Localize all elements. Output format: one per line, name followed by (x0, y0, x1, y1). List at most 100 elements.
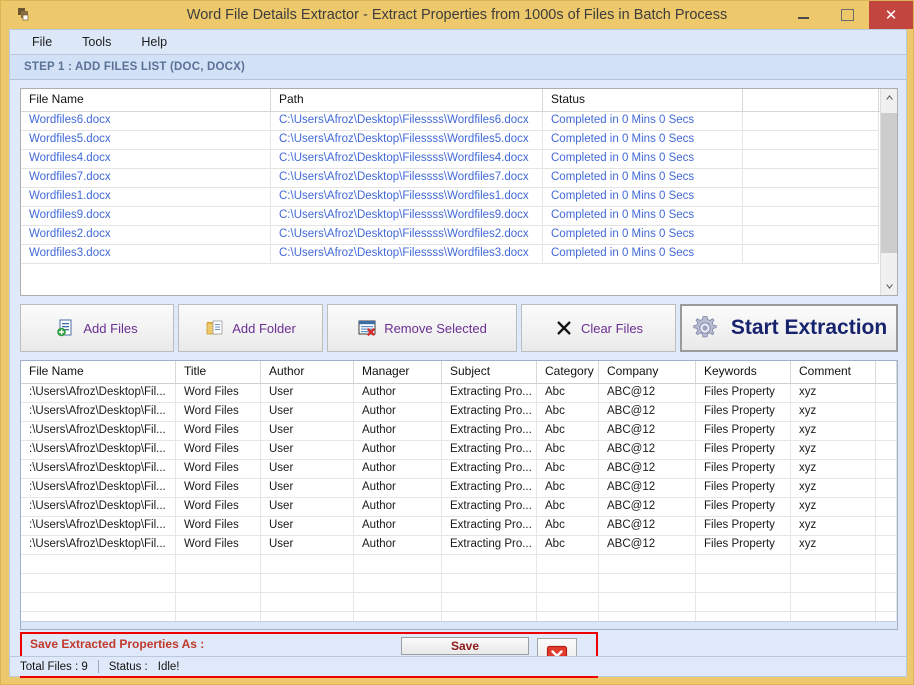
property-grid-empty-cell (791, 555, 876, 574)
file-list-cell-name: Wordfiles5.docx (21, 131, 271, 150)
property-grid-row[interactable]: :\Users\Afroz\Desktop\Fil... Word Files Us… (21, 498, 897, 517)
property-grid-cell: User (261, 460, 354, 479)
file-list-cell-name: Wordfiles6.docx (21, 112, 271, 131)
file-list-cell-name: Wordfiles9.docx (21, 207, 271, 226)
file-list-cell-path: C:\Users\Afroz\Desktop\Filessss\Wordfile… (271, 245, 543, 264)
property-grid-col-file-name[interactable]: File Name (21, 361, 176, 383)
file-list-cell-extra (743, 150, 879, 169)
file-list-cell-extra (743, 131, 879, 150)
file-list-scrollbar[interactable] (880, 89, 897, 295)
property-grid-col-extra[interactable] (876, 361, 897, 383)
property-grid-empty-row[interactable] (21, 593, 897, 612)
file-list-cell-path: C:\Users\Afroz\Desktop\Filessss\Wordfile… (271, 226, 543, 245)
property-grid-cell: User (261, 441, 354, 460)
property-grid-body: :\Users\Afroz\Desktop\Fil... Word Files Us… (21, 384, 897, 629)
property-grid-cell: Abc (537, 441, 599, 460)
property-grid-cell: Files Property (696, 384, 791, 403)
property-grid-cell: Word Files (176, 422, 261, 441)
file-list-row[interactable]: Wordfiles2.docx C:\Users\Afroz\Desktop\Fi… (21, 226, 897, 245)
file-list-col-path[interactable]: Path (271, 89, 543, 112)
file-list-cell-status: Completed in 0 Mins 0 Secs (543, 207, 743, 226)
property-grid-cell: Abc (537, 460, 599, 479)
remove-selected-label: Remove Selected (384, 320, 487, 336)
file-list-row[interactable]: Wordfiles1.docx C:\Users\Afroz\Desktop\Fi… (21, 188, 897, 207)
property-grid-col-company[interactable]: Company (599, 361, 696, 383)
property-grid-cell (876, 422, 897, 441)
property-grid-row[interactable]: :\Users\Afroz\Desktop\Fil... Word Files Us… (21, 384, 897, 403)
property-grid-cell: xyz (791, 403, 876, 422)
property-grid-row[interactable]: :\Users\Afroz\Desktop\Fil... Word Files Us… (21, 422, 897, 441)
file-list-row[interactable]: Wordfiles7.docx C:\Users\Afroz\Desktop\Fi… (21, 169, 897, 188)
property-grid-cell: Abc (537, 384, 599, 403)
property-grid-col-category[interactable]: Category (537, 361, 599, 383)
property-grid-col-comment[interactable]: Comment (791, 361, 876, 383)
property-grid-cell: ABC@12 (599, 403, 696, 422)
file-list-cell-name: Wordfiles2.docx (21, 226, 271, 245)
menu-item-tools[interactable]: Tools (78, 33, 115, 51)
menu-item-help[interactable]: Help (137, 33, 171, 51)
add-files-button[interactable]: Add Files (20, 304, 174, 352)
file-list-cell-extra (743, 226, 879, 245)
property-grid-col-manager[interactable]: Manager (354, 361, 442, 383)
save-button[interactable]: Save (401, 637, 529, 655)
property-grid-col-subject[interactable]: Subject (442, 361, 537, 383)
property-grid-empty-row[interactable] (21, 574, 897, 593)
file-list-row[interactable]: Wordfiles9.docx C:\Users\Afroz\Desktop\Fi… (21, 207, 897, 226)
start-extraction-button[interactable]: Start Extraction (680, 304, 898, 352)
minimize-button[interactable] (781, 1, 825, 29)
file-list-cell-path: C:\Users\Afroz\Desktop\Filessss\Wordfile… (271, 169, 543, 188)
property-grid-empty-cell (354, 593, 442, 612)
file-list-row[interactable]: Wordfiles4.docx C:\Users\Afroz\Desktop\Fi… (21, 150, 897, 169)
property-grid-empty-cell (176, 593, 261, 612)
property-grid-cell: User (261, 517, 354, 536)
remove-selected-button[interactable]: Remove Selected (327, 304, 517, 352)
property-grid-col-author[interactable]: Author (261, 361, 354, 383)
scroll-up-icon[interactable] (881, 89, 897, 106)
add-folder-label: Add Folder (232, 320, 296, 336)
property-grid-header: File Name Title Author Manager Subject Catego… (21, 361, 897, 384)
file-list-col-status[interactable]: Status (543, 89, 743, 112)
file-list-row[interactable]: Wordfiles3.docx C:\Users\Afroz\Desktop\Fi… (21, 245, 897, 264)
close-button[interactable]: ✕ (869, 1, 913, 29)
property-grid-cell: Extracting Pro... (442, 384, 537, 403)
file-list-cell-path: C:\Users\Afroz\Desktop\Filessss\Wordfile… (271, 207, 543, 226)
file-list-cell-name: Wordfiles4.docx (21, 150, 271, 169)
property-grid-empty-cell (176, 574, 261, 593)
file-list-cell-status: Completed in 0 Mins 0 Secs (543, 150, 743, 169)
maximize-button[interactable] (825, 1, 869, 29)
property-grid-row[interactable]: :\Users\Afroz\Desktop\Fil... Word Files Us… (21, 536, 897, 555)
property-grid-cell: Extracting Pro... (442, 422, 537, 441)
property-grid-cell (876, 517, 897, 536)
property-grid-row[interactable]: :\Users\Afroz\Desktop\Fil... Word Files Us… (21, 441, 897, 460)
property-grid-cell: Author (354, 536, 442, 555)
property-grid-row[interactable]: :\Users\Afroz\Desktop\Fil... Word Files Us… (21, 517, 897, 536)
property-grid-empty-row[interactable] (21, 555, 897, 574)
file-list-row[interactable]: Wordfiles6.docx C:\Users\Afroz\Desktop\Fi… (21, 112, 897, 131)
property-grid-row[interactable]: :\Users\Afroz\Desktop\Fil... Word Files Us… (21, 403, 897, 422)
window-title: Word File Details Extractor - Extract Pr… (186, 7, 728, 23)
menu-item-file[interactable]: File (28, 33, 56, 51)
property-grid-cell: Word Files (176, 460, 261, 479)
property-grid-col-title[interactable]: Title (176, 361, 261, 383)
property-grid-cell: Author (354, 422, 442, 441)
property-grid-empty-cell (537, 555, 599, 574)
scroll-down-icon[interactable] (881, 278, 897, 295)
file-list-col-filename[interactable]: File Name (21, 89, 271, 112)
property-grid-col-keywords[interactable]: Keywords (696, 361, 791, 383)
property-grid-cell: Author (354, 384, 442, 403)
property-grid-cell: Abc (537, 517, 599, 536)
file-list-rows: Wordfiles6.docx C:\Users\Afroz\Desktop\Fi… (21, 112, 897, 295)
property-grid-hscrollbar[interactable] (21, 621, 897, 629)
add-folder-button[interactable]: Add Folder (178, 304, 323, 352)
property-grid-row[interactable]: :\Users\Afroz\Desktop\Fil... Word Files Us… (21, 460, 897, 479)
status-bar: Total Files : 9 Status : Idle! (10, 656, 906, 676)
property-grid-cell: xyz (791, 517, 876, 536)
clear-files-button[interactable]: Clear Files (521, 304, 676, 352)
property-grid-row[interactable]: :\Users\Afroz\Desktop\Fil... Word Files Us… (21, 479, 897, 498)
property-grid-cell: Word Files (176, 498, 261, 517)
property-grid-cell: Abc (537, 498, 599, 517)
file-list-row[interactable]: Wordfiles5.docx C:\Users\Afroz\Desktop\Fi… (21, 131, 897, 150)
add-folder-icon (205, 318, 225, 338)
scroll-thumb[interactable] (881, 113, 897, 253)
property-grid-cell: Files Property (696, 403, 791, 422)
